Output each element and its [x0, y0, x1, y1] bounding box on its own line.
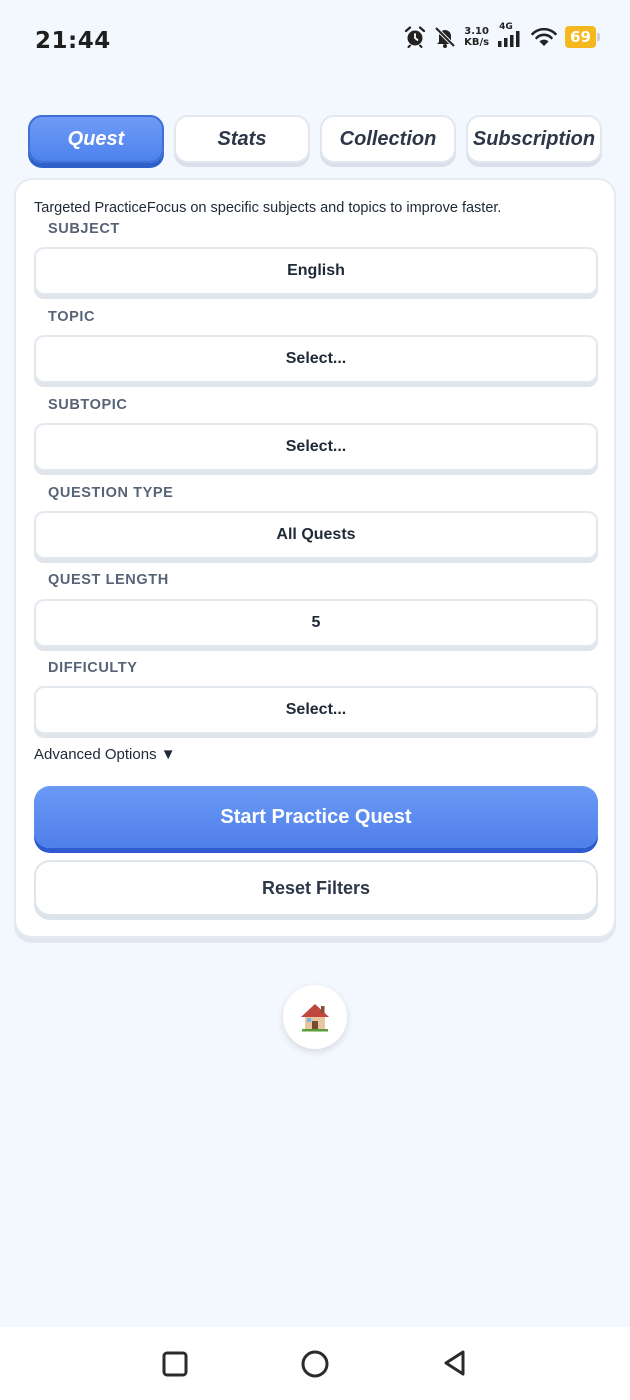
signal-group: 4G [497, 22, 523, 48]
reset-filters-button[interactable]: Reset Filters [34, 860, 598, 916]
home-nav-button[interactable] [300, 1349, 330, 1379]
question-type-select[interactable]: All Quests [34, 511, 598, 559]
status-bar: 21:44 3.10 KB/s 4G 69 [0, 0, 630, 90]
home-button[interactable] [283, 985, 347, 1049]
alarm-icon [405, 26, 426, 48]
bell-off-icon [434, 26, 456, 48]
tab-collection[interactable]: Collection [320, 115, 456, 163]
subject-label: SUBJECT [48, 221, 120, 237]
start-practice-quest-button[interactable]: Start Practice Quest [34, 786, 598, 848]
tab-quest[interactable]: Quest [28, 115, 164, 163]
net-speed-unit: KB/s [464, 37, 490, 48]
topic-label: TOPIC [48, 309, 96, 325]
back-button[interactable] [442, 1349, 468, 1377]
topic-select[interactable]: Select... [34, 335, 598, 383]
net-speed: 3.10 KB/s [464, 26, 489, 48]
practice-intro: Targeted PracticeFocus on specific subje… [34, 200, 502, 216]
advanced-options-toggle[interactable]: Advanced Options ▼ [34, 746, 176, 763]
signal-icon [498, 31, 520, 47]
difficulty-label: DIFFICULTY [48, 660, 138, 676]
practice-card: Targeted PracticeFocus on specific subje… [14, 178, 616, 938]
recent-apps-button[interactable] [162, 1351, 188, 1377]
system-nav-bar [0, 1327, 630, 1400]
tab-bar: Quest Stats Collection Subscription [28, 115, 602, 163]
subtopic-label: SUBTOPIC [48, 397, 128, 413]
subtopic-select[interactable]: Select... [34, 423, 598, 471]
battery-icon: 69 [565, 26, 600, 48]
net-speed-value: 3.10 [464, 26, 489, 37]
question-type-label: QUESTION TYPE [48, 485, 174, 501]
status-icons: 3.10 KB/s 4G 69 [404, 22, 600, 48]
wifi-icon [531, 27, 557, 46]
quest-length-label: QUEST LENGTH [48, 572, 169, 588]
house-icon [301, 1004, 329, 1032]
tab-stats[interactable]: Stats [174, 115, 310, 163]
difficulty-select[interactable]: Select... [34, 686, 598, 734]
quest-length-input[interactable]: 5 [34, 599, 598, 647]
status-time: 21:44 [35, 28, 111, 54]
subject-select[interactable]: English [34, 247, 598, 295]
tab-subscription[interactable]: Subscription [466, 115, 602, 163]
